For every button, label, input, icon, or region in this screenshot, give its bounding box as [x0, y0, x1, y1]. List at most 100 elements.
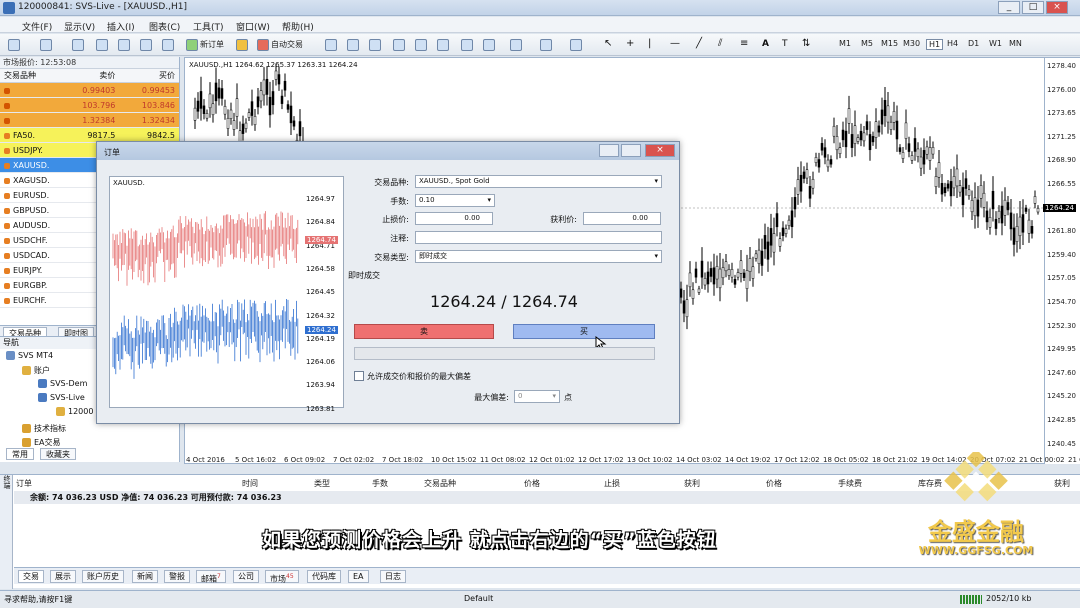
terminal-icon[interactable]	[140, 39, 152, 51]
fibonacci-icon[interactable]: ≡	[740, 39, 752, 51]
stoploss-input[interactable]: 0.00	[415, 212, 493, 225]
menu-window[interactable]: 窗口(W)	[236, 20, 270, 33]
dialog-close-button[interactable]: ×	[645, 144, 675, 157]
buy-button[interactable]: 买	[513, 324, 655, 339]
terminal-col-header[interactable]: 止损	[604, 478, 620, 489]
terminal-col-header[interactable]: 订单	[16, 478, 32, 489]
terminal-col-header[interactable]: 价格	[766, 478, 782, 489]
menu-help[interactable]: 帮助(H)	[282, 20, 314, 33]
terminal-col-header[interactable]: 价格	[524, 478, 540, 489]
market-watch-row[interactable]: 1.32384 1.32434	[0, 113, 179, 128]
indicators-icon[interactable]	[510, 39, 522, 51]
terminal-tab[interactable]: EA	[348, 570, 369, 583]
tab-favorites[interactable]: 收藏夹	[40, 448, 76, 460]
tf-mn[interactable]: MN	[1009, 39, 1022, 48]
periods-icon[interactable]	[540, 39, 552, 51]
deviation-checkbox[interactable]	[354, 371, 364, 381]
crosshair-icon[interactable]: +	[626, 39, 638, 51]
auto-trade-icon[interactable]	[257, 39, 269, 51]
max-deviation-stepper[interactable]: 0 ▾	[514, 390, 560, 403]
terminal-tab[interactable]: 展示	[50, 570, 76, 583]
data-window-icon[interactable]	[96, 39, 108, 51]
nav-item-experts[interactable]: EA交易	[22, 437, 61, 448]
sell-button[interactable]: 卖	[354, 324, 494, 339]
maximize-button[interactable]: □	[1022, 1, 1044, 14]
menu-file[interactable]: 文件(F)	[22, 20, 52, 33]
nav-item-accounts[interactable]: 账户	[22, 365, 50, 376]
tester-icon[interactable]	[162, 39, 174, 51]
menu-charts[interactable]: 图表(C)	[149, 20, 180, 33]
terminal-tab[interactable]: 新闻	[132, 570, 158, 583]
nav-item-demo[interactable]: SVS-Dem	[38, 379, 87, 388]
chart-shift-icon[interactable]	[483, 39, 495, 51]
terminal-tab[interactable]: 账户历史	[82, 570, 124, 583]
arrows-icon[interactable]: ⇅	[802, 39, 814, 51]
tile-windows-icon[interactable]	[437, 39, 449, 51]
profiles-icon[interactable]	[40, 39, 52, 51]
tf-m15[interactable]: M15	[881, 39, 898, 48]
takeprofit-input[interactable]: 0.00	[583, 212, 661, 225]
horizontal-line-icon[interactable]: —	[670, 39, 682, 51]
text-icon[interactable]: A	[762, 39, 774, 51]
terminal-col-header[interactable]: 获利	[684, 478, 700, 489]
nav-item-indicators[interactable]: 技术指标	[22, 423, 66, 434]
terminal-tab[interactable]: 市场45	[265, 570, 299, 584]
metaeditor-icon[interactable]	[236, 39, 248, 51]
auto-trade-button[interactable]: 自动交易	[271, 38, 303, 52]
templates-icon[interactable]	[570, 39, 582, 51]
symbol-select[interactable]: XAUUSD., Spot Gold ▾	[415, 175, 662, 188]
channel-icon[interactable]: ⫽	[718, 39, 730, 51]
new-chart-icon[interactable]	[8, 39, 20, 51]
market-watch-row[interactable]: 103.796 103.846	[0, 98, 179, 113]
cursor-icon[interactable]: ↖	[604, 39, 616, 51]
tf-h1[interactable]: H1	[926, 39, 944, 50]
dialog-maximize-button[interactable]	[621, 144, 641, 157]
dialog-minimize-button[interactable]	[599, 144, 619, 157]
close-button[interactable]: ×	[1046, 1, 1068, 14]
candlestick-icon[interactable]	[347, 39, 359, 51]
trendline-icon[interactable]: ╱	[696, 39, 708, 51]
bar-chart-icon[interactable]	[325, 39, 337, 51]
navigator-icon[interactable]	[118, 39, 130, 51]
autoscroll-icon[interactable]	[461, 39, 473, 51]
new-order-icon[interactable]	[186, 39, 198, 51]
new-order-button[interactable]: 新订单	[200, 38, 224, 52]
col-bid[interactable]: 卖价	[60, 69, 120, 82]
market-watch-icon[interactable]	[72, 39, 84, 51]
comment-input[interactable]	[415, 231, 662, 244]
col-ask[interactable]: 买价	[119, 69, 179, 82]
tf-d1[interactable]: D1	[968, 39, 979, 48]
terminal-tab[interactable]: 代码库	[307, 570, 341, 583]
col-symbol[interactable]: 交易品种	[0, 69, 60, 82]
terminal-col-header[interactable]: 手续费	[838, 478, 862, 489]
terminal-col-header[interactable]: 手数	[372, 478, 388, 489]
nav-item-root[interactable]: SVS MT4	[6, 351, 53, 360]
menu-view[interactable]: 显示(V)	[64, 20, 95, 33]
text-label-icon[interactable]: T	[782, 39, 794, 51]
menu-insert[interactable]: 插入(I)	[107, 20, 135, 33]
menu-tools[interactable]: 工具(T)	[193, 20, 224, 33]
tf-m5[interactable]: M5	[861, 39, 873, 48]
tab-common[interactable]: 常用	[6, 448, 34, 460]
terminal-tab[interactable]: 日志	[380, 570, 406, 583]
terminal-tab[interactable]: 交易	[18, 570, 44, 583]
terminal-col-header[interactable]: 类型	[314, 478, 330, 489]
terminal-col-header[interactable]: 时间	[242, 478, 258, 489]
tf-m1[interactable]: M1	[839, 39, 851, 48]
terminal-tab[interactable]: 警报	[164, 570, 190, 583]
vertical-line-icon[interactable]: |	[648, 39, 660, 51]
nav-item-live[interactable]: SVS-Live	[38, 393, 85, 402]
market-watch-row[interactable]: 0.99403 0.99453	[0, 83, 179, 98]
volume-combo[interactable]: 0.10 ▾	[415, 194, 495, 207]
nav-item-account[interactable]: 12000	[56, 407, 93, 416]
terminal-col-header[interactable]: 交易品种	[424, 478, 456, 489]
terminal-tab[interactable]: 公司	[233, 570, 259, 583]
terminal-tab[interactable]: 邮箱7	[196, 570, 226, 584]
tf-h4[interactable]: H4	[947, 39, 958, 48]
tf-m30[interactable]: M30	[903, 39, 920, 48]
line-chart-icon[interactable]	[369, 39, 381, 51]
terminal-col-header[interactable]: 获利	[1054, 478, 1070, 489]
zoom-out-icon[interactable]	[415, 39, 427, 51]
order-type-select[interactable]: 即时成交 ▾	[415, 250, 662, 263]
tf-w1[interactable]: W1	[989, 39, 1002, 48]
